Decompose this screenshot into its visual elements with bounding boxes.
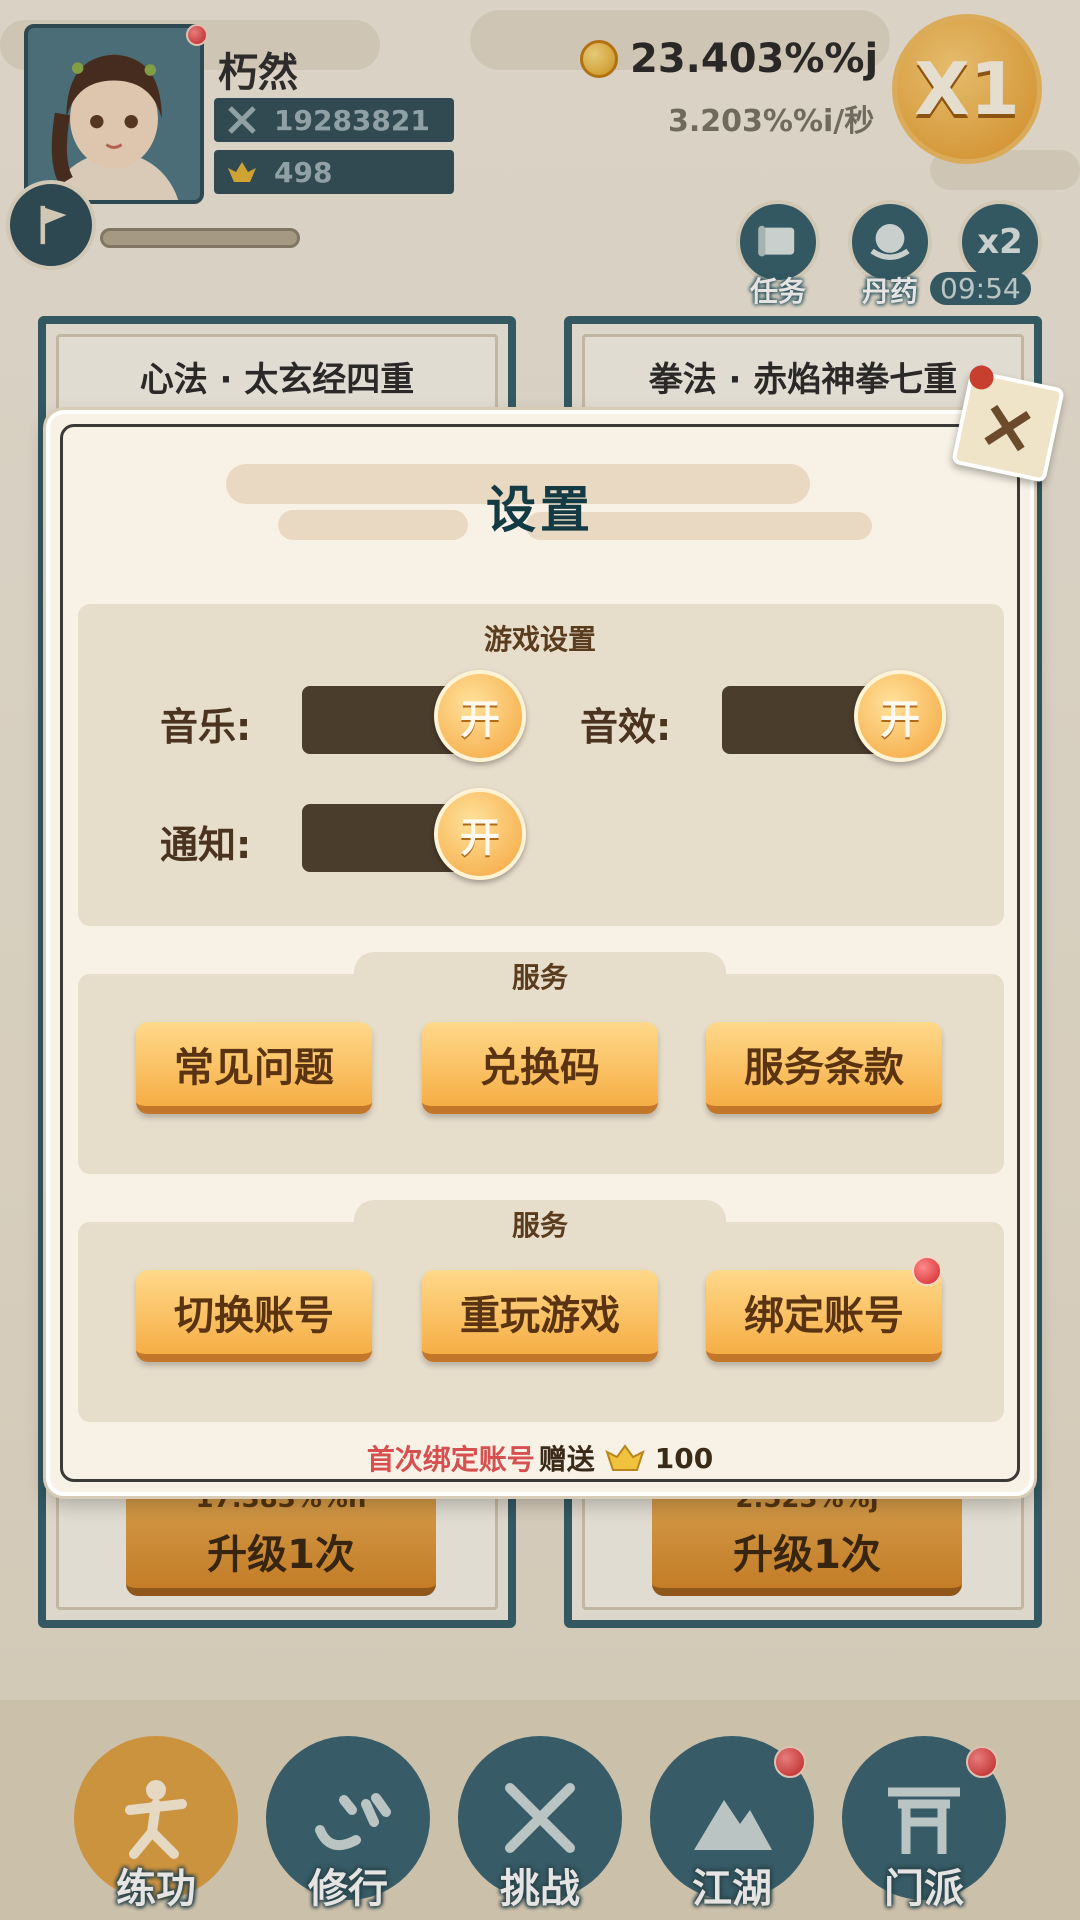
replay-game-button[interactable]: 重玩游戏 [422, 1270, 658, 1362]
bind-reward-note: 首次绑定账号 赠送 100 [0, 1438, 1080, 1478]
gold-ingot-icon [605, 1444, 645, 1471]
music-label: 音乐: [160, 705, 252, 749]
notify-toggle[interactable]: 开 [302, 788, 526, 880]
faq-button[interactable]: 常见问题 [136, 1022, 372, 1114]
terms-of-service-button[interactable]: 服务条款 [706, 1022, 942, 1114]
bind-reward-highlight: 首次绑定账号 [366, 1443, 535, 1476]
account-heading: 服务 [511, 1209, 568, 1242]
sfx-toggle-knob[interactable]: 开 [854, 670, 946, 762]
close-button[interactable]: × [951, 363, 1065, 483]
bind-reward-amount: 100 [654, 1441, 714, 1475]
music-toggle-knob[interactable]: 开 [434, 670, 526, 762]
sfx-label: 音效: [580, 705, 672, 749]
sfx-toggle[interactable]: 开 [722, 670, 946, 762]
switch-account-button[interactable]: 切换账号 [136, 1270, 372, 1362]
bind-account-notification-dot [912, 1256, 942, 1286]
music-toggle[interactable]: 开 [302, 670, 526, 762]
redeem-code-button[interactable]: 兑换码 [422, 1022, 658, 1114]
dialog-title: 设置 [486, 481, 594, 539]
close-icon: × [970, 379, 1046, 473]
bind-account-button[interactable]: 绑定账号 [706, 1270, 942, 1362]
service-heading: 服务 [511, 961, 568, 994]
game-settings-heading: 游戏设置 [483, 623, 596, 656]
bind-reward-text: 赠送 [538, 1443, 595, 1476]
notify-label: 通知: [160, 823, 252, 867]
notify-toggle-knob[interactable]: 开 [434, 788, 526, 880]
